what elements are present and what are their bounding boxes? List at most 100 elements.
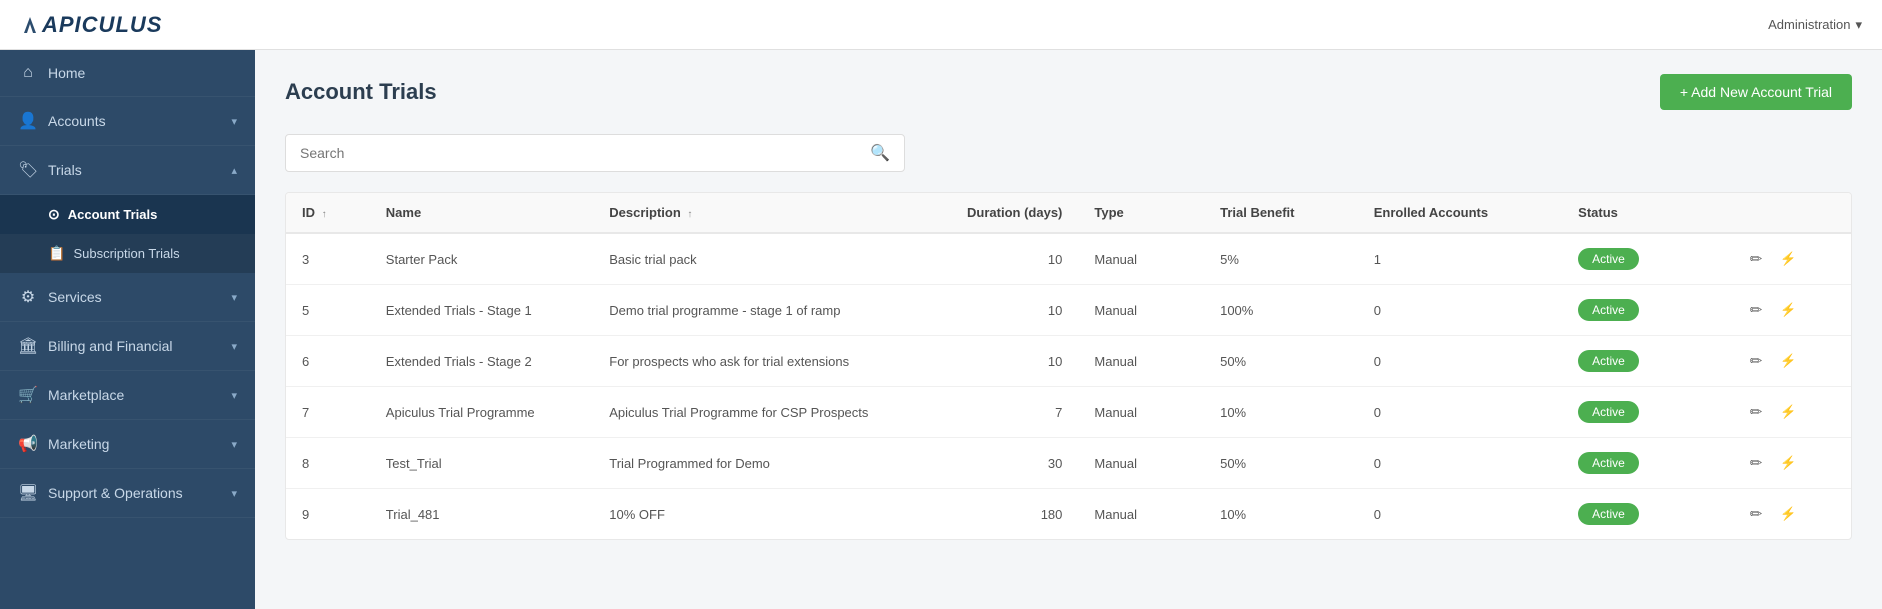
cell-description: Apiculus Trial Programme for CSP Prospec… [593,387,900,438]
delete-icon[interactable]: ⚡ [1776,300,1800,320]
edit-icon[interactable]: ✏ [1746,401,1767,423]
sidebar-item-accounts[interactable]: 👤 Accounts ▾ [0,97,255,146]
cell-description: Trial Programmed for Demo [593,438,900,489]
accounts-chevron-icon: ▾ [231,115,237,128]
cell-status: Active [1562,387,1730,438]
edit-icon[interactable]: ✏ [1746,350,1767,372]
delete-icon[interactable]: ⚡ [1776,453,1800,473]
col-header-type[interactable]: Type [1078,193,1204,233]
trials-chevron-icon: ▴ [231,164,237,177]
id-sort-icon: ↑ [322,209,327,220]
cell-enrolled-accounts: 0 [1358,336,1562,387]
desc-sort-icon: ↑ [687,209,692,220]
marketplace-icon: 🛒 [18,385,38,405]
cell-duration: 10 [901,285,1079,336]
data-table: ID ↑ Name Description ↑ Duration (days) … [285,192,1852,540]
sidebar-item-services[interactable]: ⚙ Services ▾ [0,273,255,322]
delete-icon[interactable]: ⚡ [1776,402,1800,422]
support-icon: 🖥 [18,483,38,503]
layout: ⌂ Home 👤 Accounts ▾ 🏷 Trials ▴ ⊙ Account… [0,50,1882,609]
sidebar-sub-item-subscription-trials[interactable]: 📋 Subscription Trials [0,234,255,273]
admin-label: Administration [1768,17,1850,32]
sidebar-item-support[interactable]: 🖥 Support & Operations ▾ [0,469,255,518]
cell-type: Manual [1078,285,1204,336]
col-header-id[interactable]: ID ↑ [286,193,370,233]
account-trials-icon: ⊙ [48,206,60,223]
cell-status: Active [1562,489,1730,540]
admin-chevron-icon: ▾ [1855,17,1862,33]
sidebar-sub-item-account-trials[interactable]: ⊙ Account Trials [0,195,255,234]
services-chevron-icon: ▾ [231,291,237,304]
marketplace-chevron-icon: ▾ [231,389,237,402]
marketing-icon: 📢 [18,434,38,454]
delete-icon[interactable]: ⚡ [1776,504,1800,524]
cell-enrolled-accounts: 0 [1358,438,1562,489]
cell-trial-benefit: 5% [1204,233,1358,285]
table-row: 3 Starter Pack Basic trial pack 10 Manua… [286,233,1851,285]
status-badge: Active [1578,503,1639,525]
cell-status: Active [1562,336,1730,387]
cell-actions: ✏ ⚡ [1730,387,1851,438]
col-header-description[interactable]: Description ↑ [593,193,900,233]
col-header-duration[interactable]: Duration (days) [901,193,1079,233]
sidebar: ⌂ Home 👤 Accounts ▾ 🏷 Trials ▴ ⊙ Account… [0,50,255,609]
cell-type: Manual [1078,489,1204,540]
search-bar: 🔍 [285,134,905,172]
status-badge: Active [1578,299,1639,321]
cell-trial-benefit: 50% [1204,438,1358,489]
status-badge: Active [1578,248,1639,270]
sidebar-item-trials[interactable]: 🏷 Trials ▴ [0,146,255,195]
page-title: Account Trials [285,79,437,105]
table-row: 6 Extended Trials - Stage 2 For prospect… [286,336,1851,387]
col-header-name[interactable]: Name [370,193,593,233]
status-badge: Active [1578,350,1639,372]
edit-icon[interactable]: ✏ [1746,299,1767,321]
cell-actions: ✏ ⚡ [1730,489,1851,540]
col-header-trial-benefit[interactable]: Trial Benefit [1204,193,1358,233]
billing-chevron-icon: ▾ [231,340,237,353]
sidebar-item-label: Billing and Financial [48,338,173,354]
edit-icon[interactable]: ✏ [1746,248,1767,270]
sidebar-item-home[interactable]: ⌂ Home [0,50,255,97]
sidebar-item-label: Services [48,289,102,305]
trials-icon: 🏷 [18,160,38,180]
cell-name: Trial_481 [370,489,593,540]
sidebar-item-label: Trials [48,162,82,178]
cell-enrolled-accounts: 1 [1358,233,1562,285]
status-badge: Active [1578,401,1639,423]
cell-enrolled-accounts: 0 [1358,489,1562,540]
cell-id: 8 [286,438,370,489]
home-icon: ⌂ [18,64,38,82]
cell-name: Apiculus Trial Programme [370,387,593,438]
cell-type: Manual [1078,336,1204,387]
cell-status: Active [1562,285,1730,336]
delete-icon[interactable]: ⚡ [1776,249,1800,269]
col-header-status[interactable]: Status [1562,193,1730,233]
sidebar-item-marketplace[interactable]: 🛒 Marketplace ▾ [0,371,255,420]
cell-trial-benefit: 50% [1204,336,1358,387]
cell-name: Extended Trials - Stage 2 [370,336,593,387]
col-header-enrolled-accounts[interactable]: Enrolled Accounts [1358,193,1562,233]
services-icon: ⚙ [18,287,38,307]
search-icon: 🔍 [870,143,890,163]
cell-type: Manual [1078,438,1204,489]
delete-icon[interactable]: ⚡ [1776,351,1800,371]
cell-enrolled-accounts: 0 [1358,285,1562,336]
cell-duration: 30 [901,438,1079,489]
cell-description: For prospects who ask for trial extensio… [593,336,900,387]
sidebar-item-marketing[interactable]: 📢 Marketing ▾ [0,420,255,469]
cell-actions: ✏ ⚡ [1730,233,1851,285]
search-input[interactable] [300,145,870,161]
logo: APICULUS [20,12,162,38]
cell-id: 9 [286,489,370,540]
cell-name: Starter Pack [370,233,593,285]
cell-enrolled-accounts: 0 [1358,387,1562,438]
marketing-chevron-icon: ▾ [231,438,237,451]
billing-icon: 🏛 [18,336,38,356]
admin-dropdown[interactable]: Administration ▾ [1768,17,1862,33]
edit-icon[interactable]: ✏ [1746,503,1767,525]
edit-icon[interactable]: ✏ [1746,452,1767,474]
cell-description: Basic trial pack [593,233,900,285]
add-account-trial-button[interactable]: + Add New Account Trial [1660,74,1852,110]
sidebar-item-billing[interactable]: 🏛 Billing and Financial ▾ [0,322,255,371]
